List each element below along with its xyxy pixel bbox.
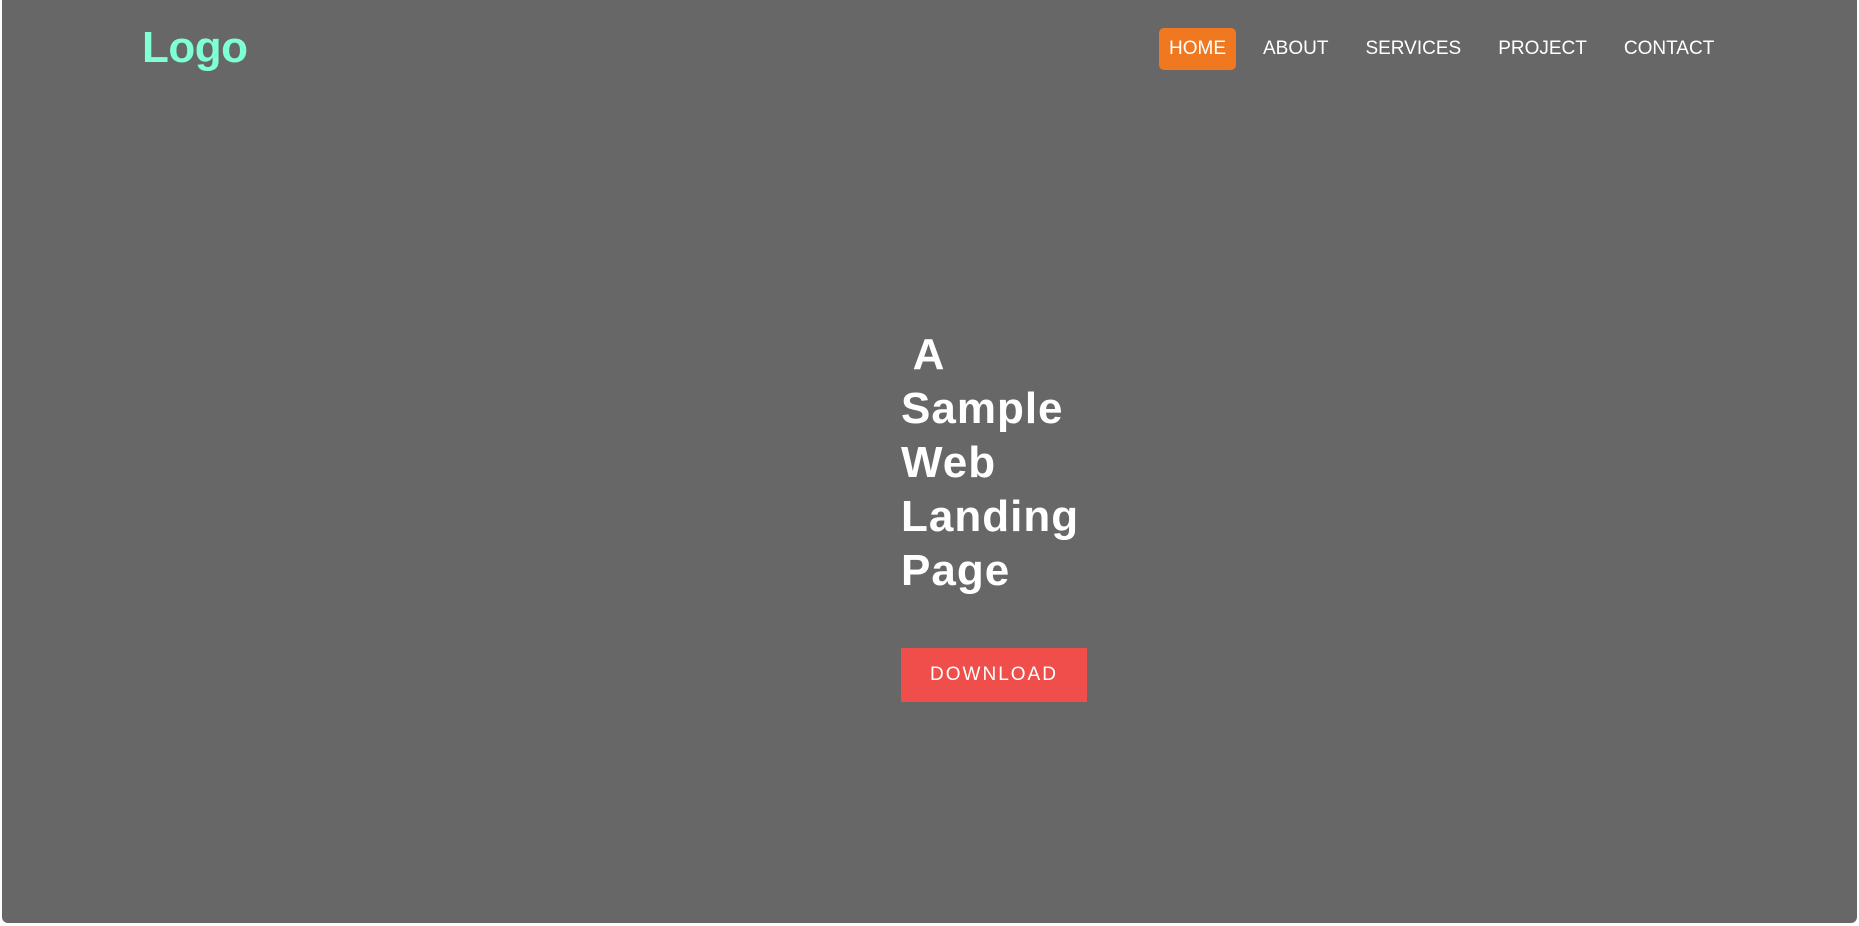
nav-item-project[interactable]: PROJECT xyxy=(1488,28,1597,70)
hero-title-line: Web xyxy=(901,438,997,487)
hero-title-line: Landing xyxy=(901,492,1080,541)
nav-item-contact[interactable]: CONTACT xyxy=(1614,28,1724,70)
logo[interactable]: Logo xyxy=(142,20,248,76)
navbar: Logo HOME ABOUT SERVICES PROJECT CONTACT xyxy=(2,0,1857,100)
hero-section: A Sample Web Landing Page xyxy=(901,328,1101,598)
hero-title-line: Page xyxy=(901,546,1011,595)
landing-page: Logo HOME ABOUT SERVICES PROJECT CONTACT… xyxy=(2,0,1857,923)
hero-title-line: Sample xyxy=(901,384,1064,433)
nav-item-about[interactable]: ABOUT xyxy=(1253,28,1338,70)
hero-title: A Sample Web Landing Page xyxy=(901,328,1101,598)
download-button[interactable]: DOWNLOAD xyxy=(901,648,1087,702)
nav-item-home[interactable]: HOME xyxy=(1159,28,1236,70)
main-nav: HOME ABOUT SERVICES PROJECT CONTACT xyxy=(1159,28,1724,70)
nav-item-services[interactable]: SERVICES xyxy=(1355,28,1471,70)
hero-title-line: A xyxy=(901,330,946,379)
